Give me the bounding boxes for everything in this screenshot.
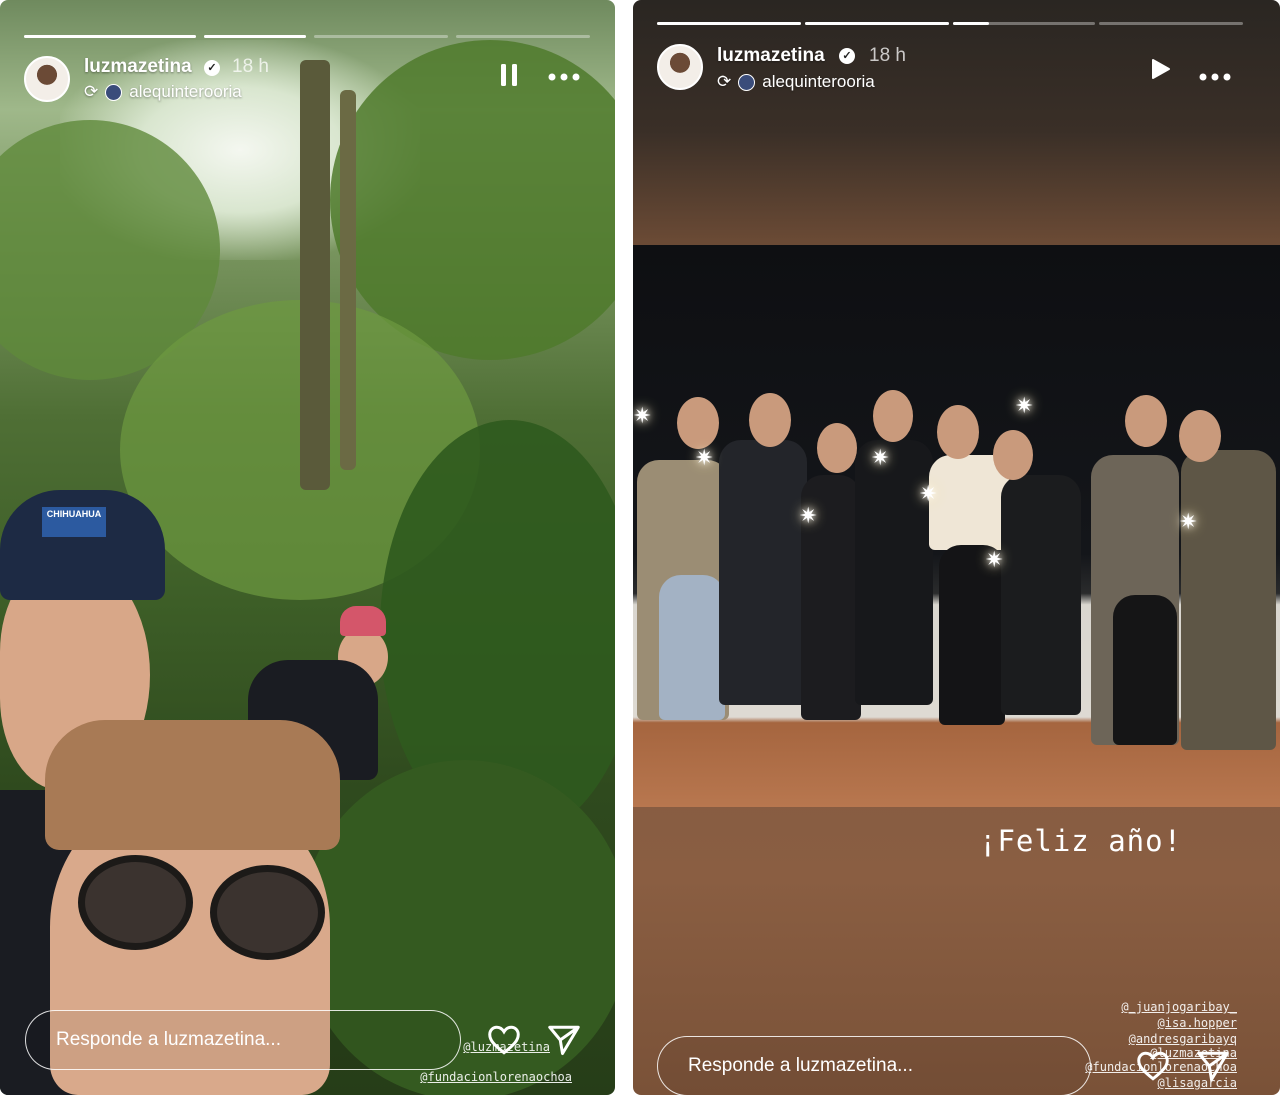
story-username[interactable]: luzmazetina <box>84 56 192 78</box>
story-card-left[interactable]: CHIHUAHUA luzmazetina ✓ 18 h ⟳ alequinte… <box>0 0 615 1095</box>
story-time: 18 h <box>869 45 906 66</box>
reposted-username[interactable]: alequinterooria <box>762 72 874 92</box>
reposted-username[interactable]: alequinterooria <box>129 82 241 102</box>
send-paper-plane-icon[interactable] <box>544 1022 584 1062</box>
cap-logo-text: CHIHUAHUA <box>46 509 102 519</box>
reply-input[interactable]: Responde a luzmazetina... <box>657 1036 1091 1095</box>
repost-icon: ⟳ <box>717 72 732 91</box>
story-time: 18 h <box>232 56 269 77</box>
reposted-avatar <box>105 83 123 101</box>
repost-attribution[interactable]: ⟳ alequinterooria <box>717 72 875 92</box>
repost-attribution[interactable]: ⟳ alequinterooria <box>84 82 242 102</box>
sparkler-icon: ✷ <box>799 503 818 528</box>
more-options-icon[interactable] <box>544 58 584 92</box>
story-caption: ¡Feliz año! <box>979 824 1183 858</box>
more-options-icon[interactable] <box>1195 58 1235 82</box>
sparkler-icon: ✷ <box>919 481 938 506</box>
reply-input[interactable]: Responde a luzmazetina... <box>25 1010 461 1070</box>
sparkler-icon: ✷ <box>695 445 714 470</box>
story-card-right[interactable]: ✷ ✷ ✷ ✷ ✷ ✷ ✷ ✷ luzmazetina ✓ 18 h ⟳ ale… <box>633 0 1280 1095</box>
mention-tag[interactable]: @fundacionlorenaochoa <box>360 1070 572 1084</box>
repost-icon: ⟳ <box>84 82 99 101</box>
sparkler-icon: ✷ <box>985 547 1004 572</box>
user-avatar[interactable] <box>657 44 703 90</box>
story-username[interactable]: luzmazetina <box>717 45 825 67</box>
cap-logo: CHIHUAHUA <box>42 507 106 537</box>
sparkler-icon: ✷ <box>871 445 890 470</box>
pause-icon[interactable] <box>494 62 524 96</box>
verified-badge-icon: ✓ <box>204 60 220 76</box>
story-photo-sparklers: ✷ ✷ ✷ ✷ ✷ ✷ ✷ ✷ <box>633 245 1280 807</box>
send-paper-plane-icon[interactable] <box>1193 1048 1233 1088</box>
play-icon[interactable] <box>1145 56 1175 86</box>
reposted-avatar <box>738 73 756 91</box>
like-heart-icon[interactable] <box>484 1022 524 1062</box>
like-heart-icon[interactable] <box>1133 1048 1173 1088</box>
mention-tag[interactable]: @_juanjogaribay_ <box>1043 1000 1237 1014</box>
sparkler-icon: ✷ <box>1015 393 1034 418</box>
verified-badge-icon: ✓ <box>839 48 855 64</box>
sparkler-icon: ✷ <box>1179 509 1198 534</box>
user-avatar[interactable] <box>24 56 70 102</box>
mention-tag[interactable]: @isa.hopper <box>1043 1016 1237 1030</box>
sparkler-icon: ✷ <box>633 403 652 428</box>
